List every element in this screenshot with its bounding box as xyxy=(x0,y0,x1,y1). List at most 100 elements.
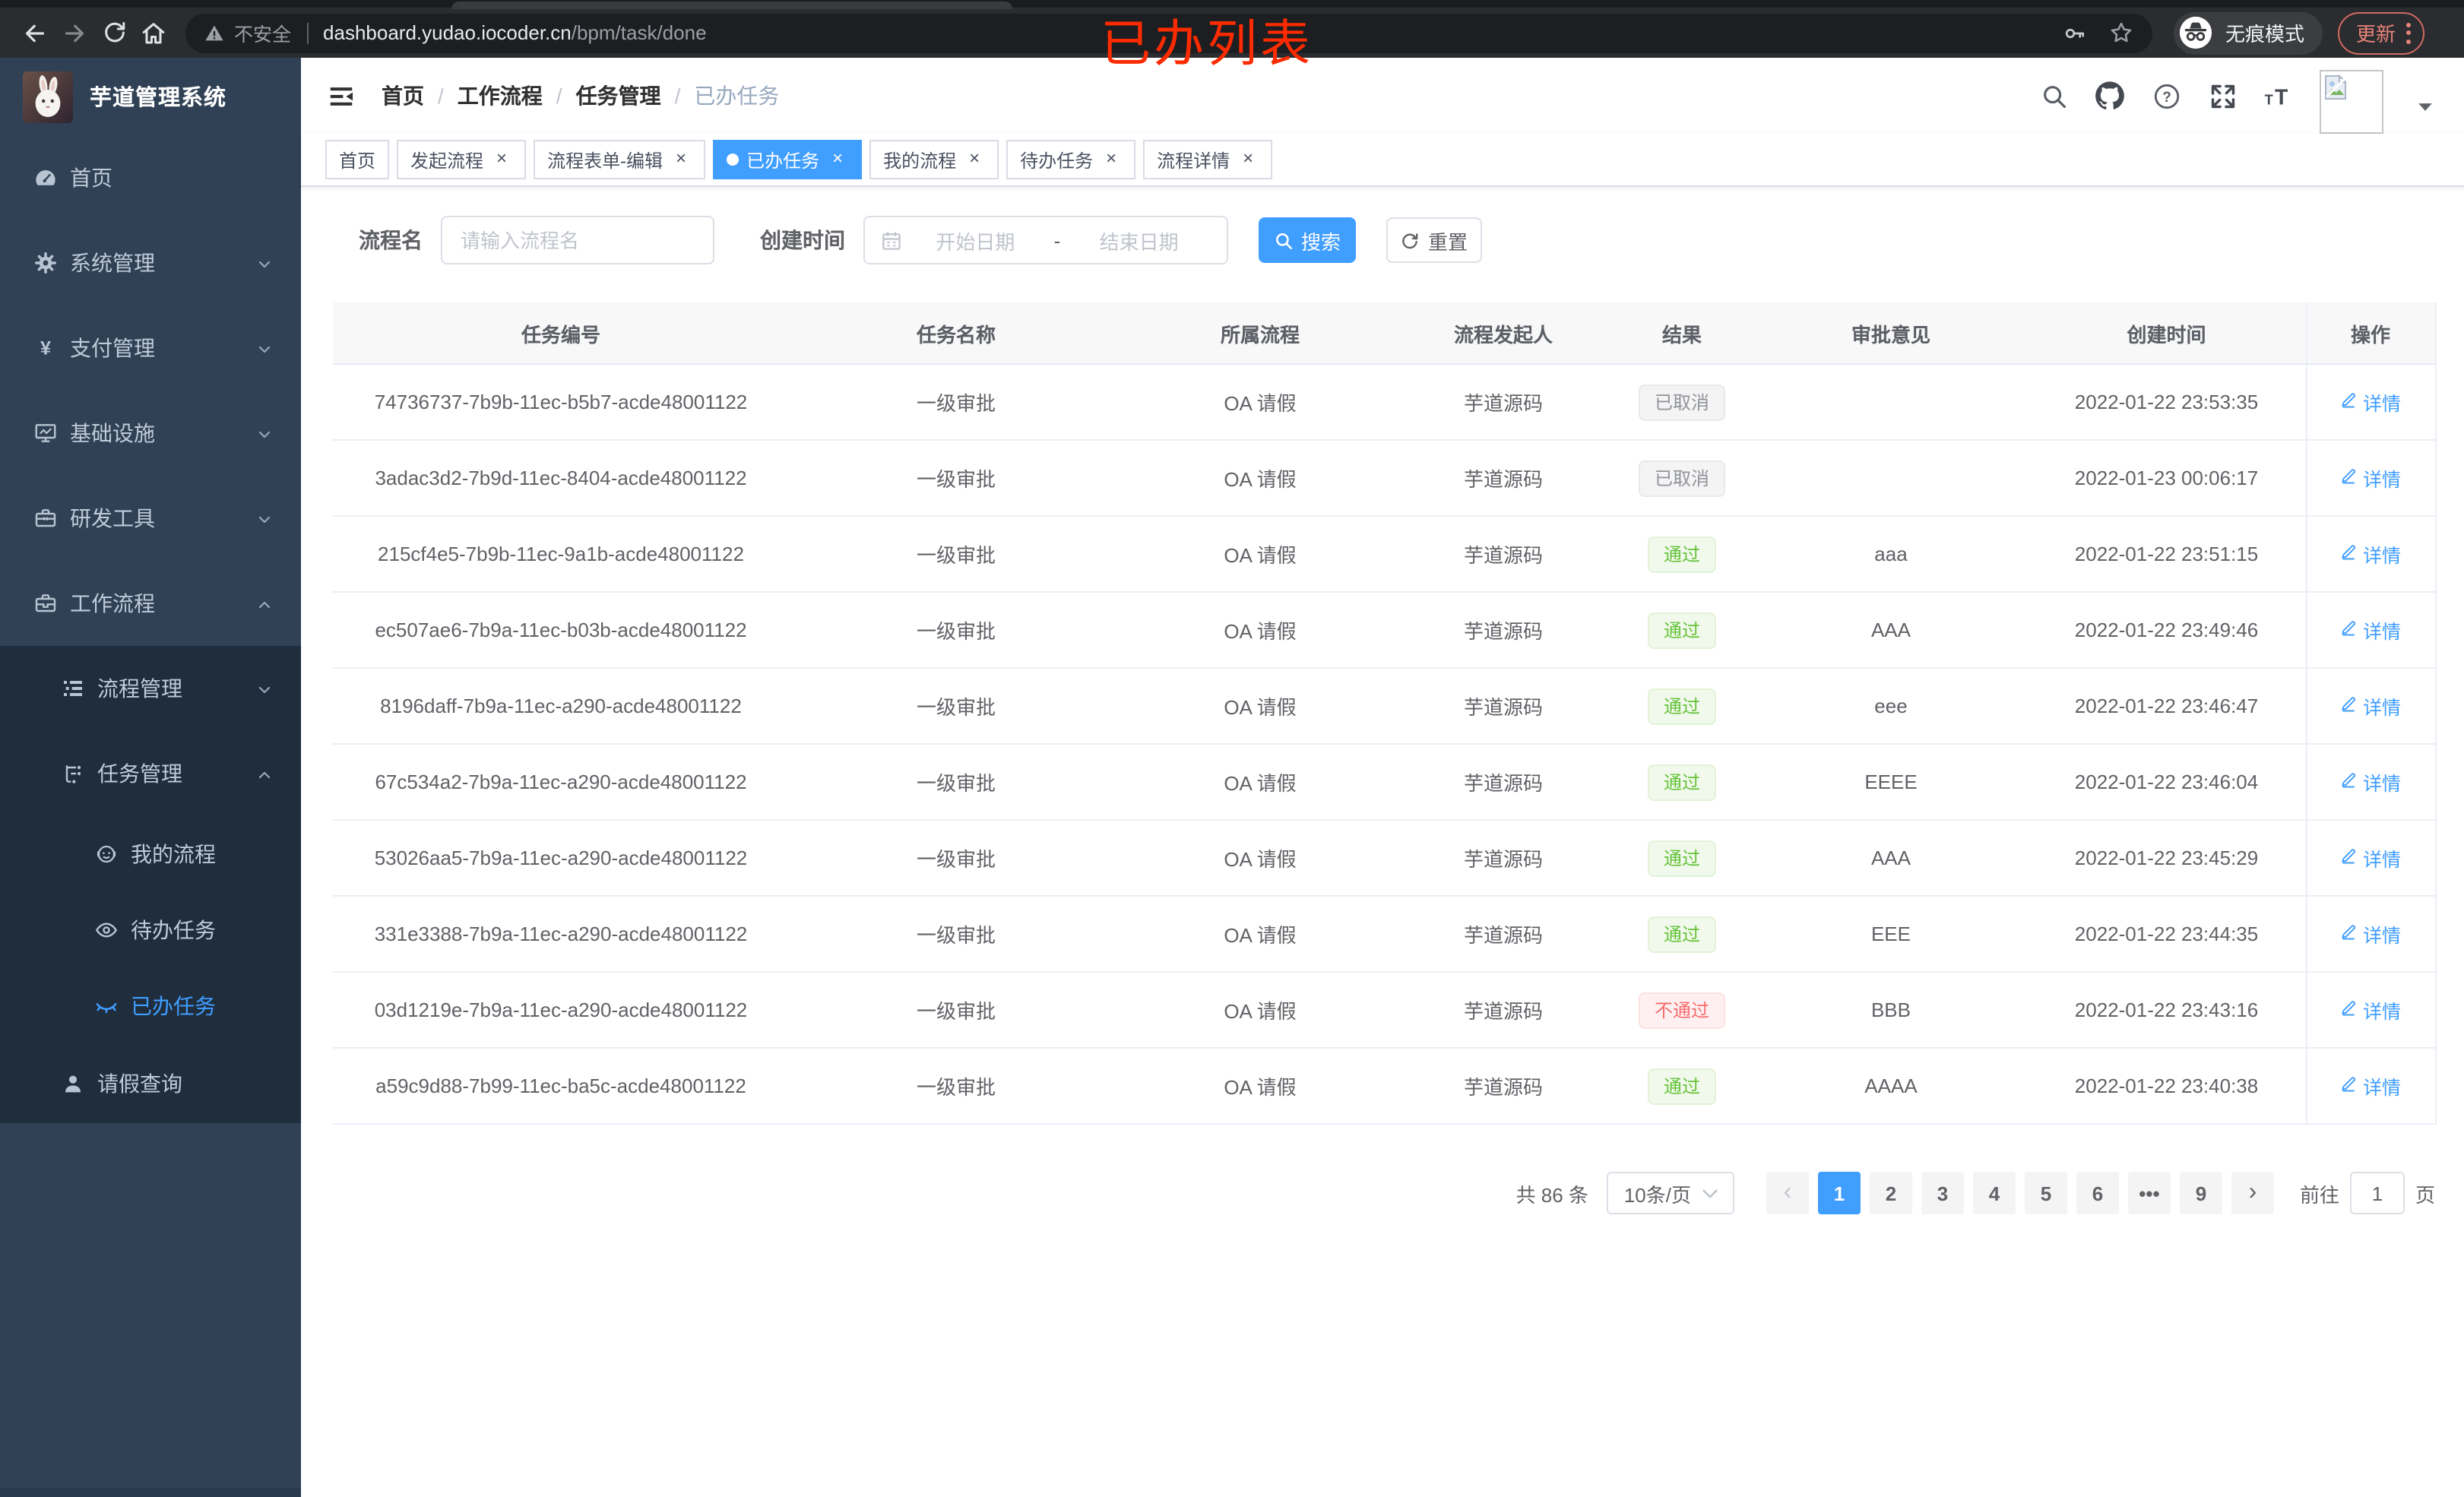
close-icon[interactable]: × xyxy=(827,148,848,170)
close-icon[interactable]: × xyxy=(670,148,692,170)
bookmark-star-icon[interactable] xyxy=(2108,20,2134,46)
browser-home-button[interactable] xyxy=(134,13,173,52)
page-button-5[interactable]: 5 xyxy=(2024,1172,2067,1214)
tab-已办任务[interactable]: 已办任务 × xyxy=(713,140,863,179)
detail-link[interactable]: 详情 xyxy=(2340,995,2401,1024)
browser-back-button[interactable] xyxy=(15,13,55,52)
sidebar-item-支付管理[interactable]: ¥ 支付管理 xyxy=(0,305,301,391)
sidebar-item-已办任务[interactable]: 已办任务 xyxy=(0,968,301,1044)
chevron-down-icon xyxy=(255,509,274,533)
sidebar-item-待办任务[interactable]: 待办任务 xyxy=(0,892,301,968)
result-badge: 已取消 xyxy=(1639,460,1724,496)
search-icon[interactable] xyxy=(2038,81,2069,111)
sidebar-collapse-icon[interactable] xyxy=(324,79,357,112)
tab-待办任务[interactable]: 待办任务 × xyxy=(1006,140,1136,179)
tab-流程详情[interactable]: 流程详情 × xyxy=(1143,140,1273,179)
page-button-2[interactable]: 2 xyxy=(1869,1172,1912,1214)
tab-发起流程[interactable]: 发起流程 × xyxy=(397,140,527,179)
detail-link[interactable]: 详情 xyxy=(2340,843,2401,872)
pagination: 共 86 条 10条/页 ‹ 123456•••9 › 前往 页 xyxy=(301,1172,2435,1214)
search-button-icon xyxy=(1276,233,1293,249)
sidebar-item-工作流程[interactable]: 工作流程 xyxy=(0,561,301,646)
table-header-row: 任务编号 任务名称 所属流程 流程发起人 结果 审批意见 创建时间 操作 xyxy=(333,302,2435,365)
page-button-4[interactable]: 4 xyxy=(1972,1172,2016,1214)
cell-starter: 芋道源码 xyxy=(1397,668,1610,745)
sidebar-item-请假查询[interactable]: 请假查询 xyxy=(0,1044,301,1123)
detail-link[interactable]: 详情 xyxy=(2340,540,2401,568)
more-pages-button[interactable]: ••• xyxy=(2127,1172,2171,1214)
cell-process: OA 请假 xyxy=(1123,744,1397,821)
cell-action: 详情 xyxy=(2305,972,2435,1049)
result-badge: 通过 xyxy=(1648,764,1715,800)
detail-link[interactable]: 详情 xyxy=(2340,464,2401,492)
detail-link[interactable]: 详情 xyxy=(2340,1071,2401,1100)
table-row: a59c9d88-7b99-11ec-ba5c-acde48001122 一级审批… xyxy=(333,1048,2435,1125)
breadcrumb-task-mgmt[interactable]: 任务管理 xyxy=(576,81,661,111)
reset-button[interactable]: 重置 xyxy=(1386,217,1482,263)
tab-首页[interactable]: 首页 xyxy=(325,140,390,179)
page-button-6[interactable]: 6 xyxy=(2076,1172,2119,1214)
cell-created: 2022-01-22 23:43:16 xyxy=(2028,972,2306,1049)
browser-update-button[interactable]: 更新 xyxy=(2338,11,2425,54)
navbar-actions: ? TT xyxy=(2038,58,2464,134)
avatar-caret-icon[interactable] xyxy=(2409,91,2440,122)
detail-link[interactable]: 详情 xyxy=(2340,692,2401,720)
github-icon[interactable] xyxy=(2095,81,2125,111)
font-size-icon[interactable]: TT xyxy=(2263,81,2294,111)
cell-starter: 芋道源码 xyxy=(1397,516,1610,593)
browser-menu-icon[interactable] xyxy=(2406,22,2412,43)
svg-text:?: ? xyxy=(2162,89,2171,105)
breadcrumb-workflow[interactable]: 工作流程 xyxy=(458,81,543,111)
detail-link[interactable]: 详情 xyxy=(2340,919,2401,948)
eye-closed-icon xyxy=(94,994,119,1018)
table-row: 215cf4e5-7b9b-11ec-9a1b-acde48001122 一级审批… xyxy=(333,516,2435,593)
next-page-button[interactable]: › xyxy=(2231,1172,2274,1214)
fullscreen-icon[interactable] xyxy=(2207,81,2238,111)
sidebar-item-我的流程[interactable]: 我的流程 xyxy=(0,816,301,892)
close-icon[interactable]: × xyxy=(1101,148,1122,170)
help-icon[interactable]: ? xyxy=(2151,81,2181,111)
result-badge: 通过 xyxy=(1648,916,1715,952)
sidebar-item-首页[interactable]: 首页 xyxy=(0,135,301,220)
goto-page-input[interactable] xyxy=(2349,1172,2405,1214)
browser-tab[interactable] xyxy=(451,2,1012,9)
close-icon[interactable]: × xyxy=(491,148,512,170)
sidebar-item-基础设施[interactable]: 基础设施 xyxy=(0,391,301,476)
breadcrumb-home[interactable]: 首页 xyxy=(382,81,424,111)
detail-link[interactable]: 详情 xyxy=(2340,767,2401,796)
detail-link[interactable]: 详情 xyxy=(2340,388,2401,416)
sidebar-item-任务管理[interactable]: 任务管理 xyxy=(0,731,301,816)
close-icon[interactable]: × xyxy=(964,148,985,170)
tab-我的流程[interactable]: 我的流程 × xyxy=(869,140,999,179)
search-button[interactable]: 搜索 xyxy=(1259,217,1356,263)
sidebar-item-系统管理[interactable]: 系统管理 xyxy=(0,220,301,305)
page-unit-label: 页 xyxy=(2415,1183,2435,1206)
avatar[interactable] xyxy=(2320,70,2383,134)
process-name-input[interactable] xyxy=(441,216,714,264)
browser-reload-button[interactable] xyxy=(94,13,134,52)
pencil-icon xyxy=(2340,923,2358,945)
key-icon[interactable] xyxy=(2063,21,2087,45)
cell-comment: EEE xyxy=(1754,896,2028,973)
browser-window: 不安全 dashboard.yudao.iocoder.cn/bpm/task/… xyxy=(0,0,2464,1497)
detail-link[interactable]: 详情 xyxy=(2340,616,2401,644)
page-button-1[interactable]: 1 xyxy=(1817,1172,1861,1214)
prev-page-button[interactable]: ‹ xyxy=(1766,1172,1809,1214)
result-badge: 通过 xyxy=(1648,612,1715,648)
page-size-select[interactable]: 10条/页 xyxy=(1606,1172,1734,1214)
cell-starter: 芋道源码 xyxy=(1397,744,1610,821)
app-logo-row[interactable]: 芋道管理系统 xyxy=(0,58,301,135)
close-icon[interactable]: × xyxy=(1237,148,1259,170)
tab-流程表单-编辑[interactable]: 流程表单-编辑 × xyxy=(534,140,706,179)
sidebar-item-流程管理[interactable]: 流程管理 xyxy=(0,646,301,731)
pencil-icon xyxy=(2340,619,2358,641)
browser-forward-button[interactable] xyxy=(55,13,94,52)
page-button-9[interactable]: 9 xyxy=(2179,1172,2222,1214)
sidebar-item-研发工具[interactable]: 研发工具 xyxy=(0,476,301,561)
date-range-picker[interactable]: 开始日期 - 结束日期 xyxy=(863,216,1228,264)
page-button-3[interactable]: 3 xyxy=(1921,1172,1964,1214)
table-row: 67c534a2-7b9a-11ec-a290-acde48001122 一级审批… xyxy=(333,744,2435,821)
sidebar: 芋道管理系统 首页 系统管理 ¥ 支付管理 基础设施 研发工具 工作流程 流程管理 任务管理 我的… xyxy=(0,58,301,1497)
robot-icon xyxy=(94,842,119,866)
incognito-badge: 无痕模式 xyxy=(2174,11,2323,54)
